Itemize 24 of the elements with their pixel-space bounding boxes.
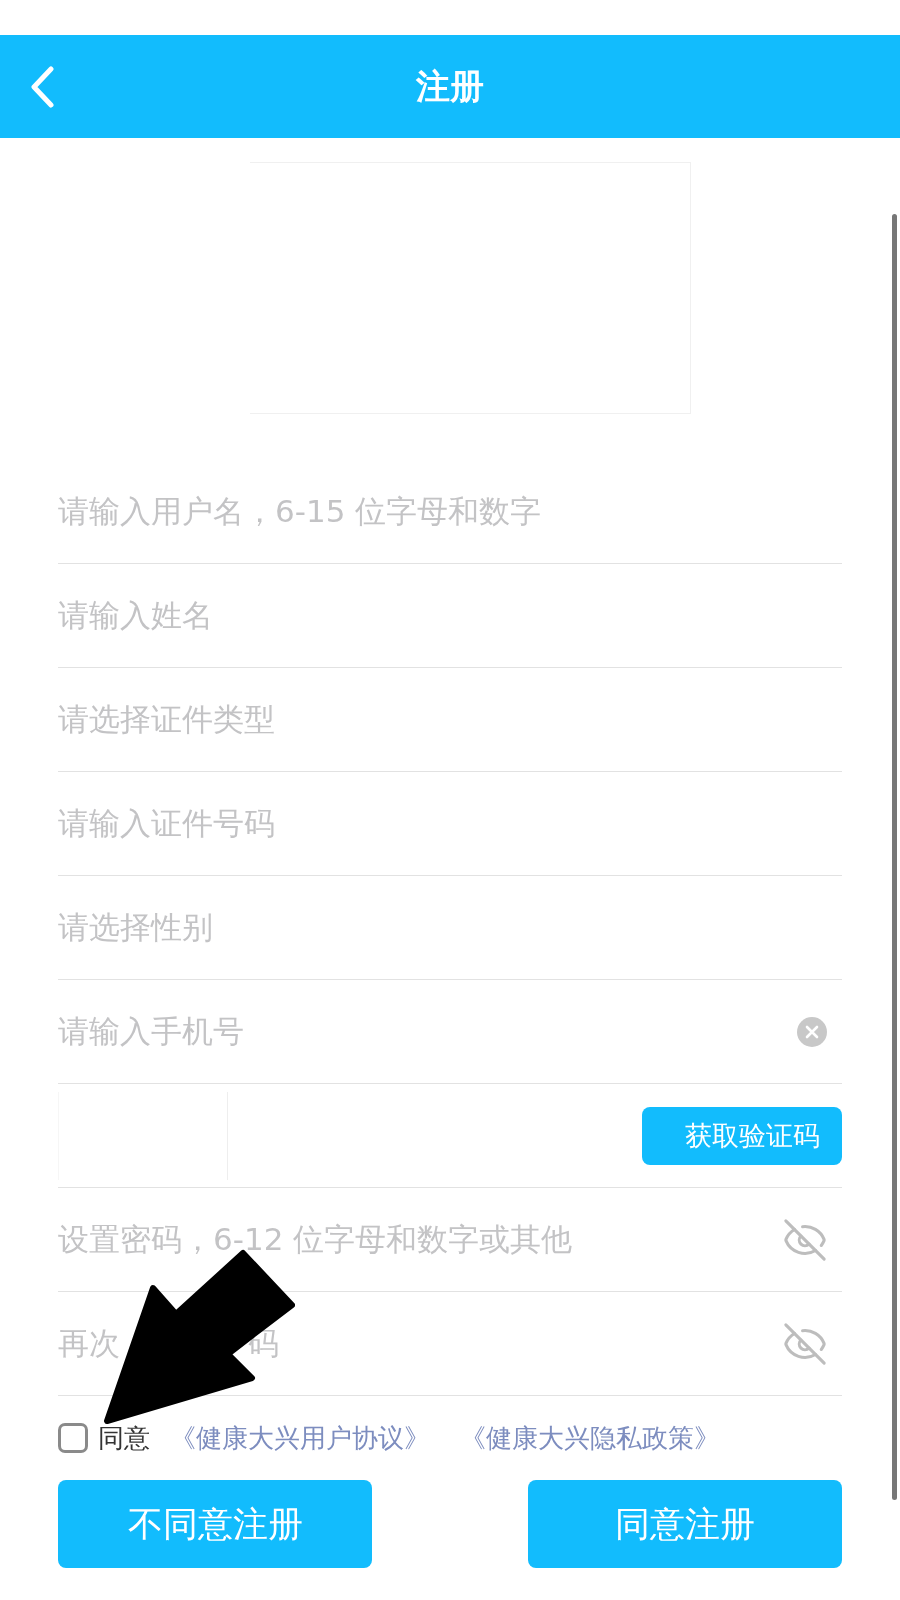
agreement-link[interactable]: 《健康大兴用户协议》 (170, 1420, 430, 1456)
input-field[interactable]: 请输入用户名，6-15 位字母和数字 (58, 460, 842, 564)
input-field[interactable]: 请选择性别 (58, 876, 842, 980)
eye-off-icon[interactable] (782, 1320, 828, 1367)
register-button[interactable]: 同意注册 (528, 1480, 842, 1568)
field-placeholder: 请输入证件号码 (58, 803, 275, 843)
agree-checkbox[interactable] (58, 1423, 88, 1453)
field-placeholder: 请输入用户名，6-15 位字母和数字 (58, 491, 542, 531)
field-placeholder: 请输入手机号 (58, 1011, 244, 1051)
input-field[interactable]: 请选择证件类型 (58, 668, 842, 772)
field-placeholder: 请输入姓名 (58, 595, 213, 635)
field-placeholder: 请选择性别 (58, 907, 213, 947)
get-code-button[interactable]: 获取验证码 (642, 1106, 842, 1165)
decline-button[interactable]: 不同意注册 (58, 1480, 372, 1568)
eye-off-icon[interactable] (782, 1216, 828, 1263)
input-field[interactable]: 请输入姓名 (58, 564, 842, 668)
agreement-link[interactable]: 《健康大兴隐私政策》 (460, 1420, 720, 1456)
clear-icon[interactable] (796, 1015, 828, 1048)
agree-label: 同意 (98, 1421, 150, 1455)
input-field[interactable]: 请输入证件号码 (58, 772, 842, 876)
field-placeholder: 请选择证件类型 (58, 699, 275, 739)
input-field[interactable]: 请输入手机号 (58, 980, 842, 1084)
field-placeholder: 设置密码，6-12 位字母和数字或其他 (58, 1219, 573, 1259)
page-title: 注册 (416, 64, 484, 108)
